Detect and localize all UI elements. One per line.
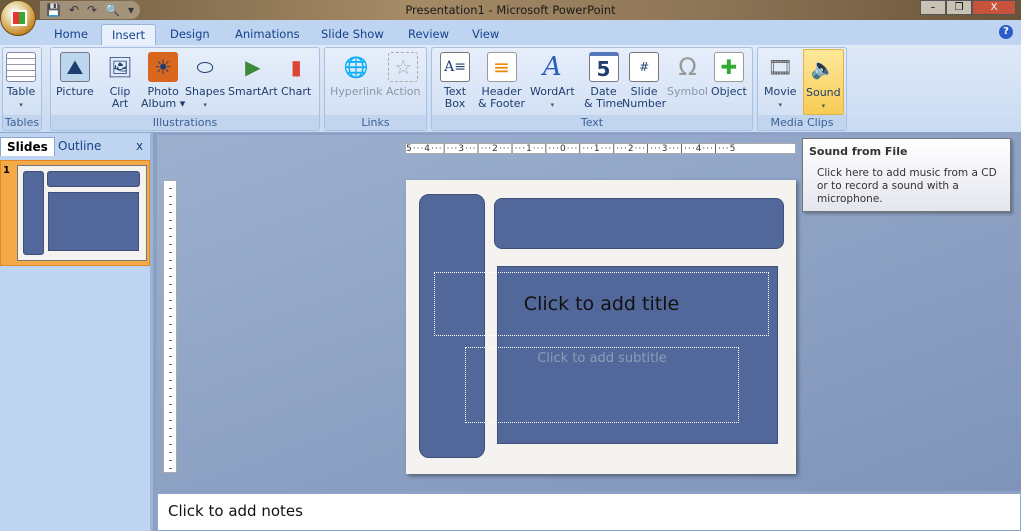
text-box-icon: A≡: [440, 52, 470, 82]
help-icon[interactable]: ?: [999, 25, 1013, 39]
table-button[interactable]: Table ▾: [6, 52, 36, 111]
decorative-shape: [494, 198, 784, 249]
slide-number-button[interactable]: # Slide Number: [622, 52, 666, 110]
horizontal-ruler: 5···4···|···3···|···2···|···1···|···0···…: [405, 143, 796, 154]
movie-button[interactable]: 🎞 Movie ▾: [764, 52, 797, 111]
group-label: Tables: [3, 115, 41, 130]
sound-button[interactable]: 🔈 Sound ▾: [803, 49, 844, 115]
hyperlink-button[interactable]: 🌐 Hyperlink: [330, 52, 383, 98]
window-title: Presentation1 - Microsoft PowerPoint: [405, 3, 616, 17]
subtitle-placeholder[interactable]: Click to add subtitle: [465, 347, 739, 423]
ribbon: Table ▾ Tables ⛰ Picture 🖼 Clip Art ☀ Photo Al…: [0, 45, 1021, 133]
text-box-button[interactable]: A≡ Text Box: [440, 52, 470, 110]
photo-album-icon: ☀: [148, 52, 179, 82]
quick-access-toolbar: 💾 ↶ ↷ 🔍 ▾: [40, 1, 140, 19]
ribbon-tabs: Home Insert Design Animations Slide Show…: [0, 20, 1021, 45]
smartart-icon: ▶: [245, 55, 261, 79]
save-icon[interactable]: 💾: [46, 3, 61, 17]
group-label: Media Clips: [758, 115, 846, 130]
sound-tooltip: Sound from File Click here to add music …: [802, 138, 1011, 212]
smartart-button[interactable]: ▶ SmartArt: [228, 52, 278, 98]
shapes-icon: ⬭: [196, 55, 214, 79]
slide[interactable]: Click to add title Click to add subtitle: [406, 180, 796, 474]
group-text: A≡ Text Box ≡ Header & Footer A WordArt ▾ 5 Dat…: [431, 47, 753, 131]
undo-icon[interactable]: ↶: [69, 3, 79, 17]
tooltip-body: Click here to add music from a CD or to …: [817, 167, 997, 205]
slide-number: 1: [3, 165, 10, 176]
clip-art-button[interactable]: 🖼 Clip Art: [105, 52, 135, 110]
title-placeholder[interactable]: Click to add title: [434, 272, 769, 336]
clip-art-icon: 🖼: [107, 55, 133, 79]
chart-button[interactable]: ▮ Chart: [281, 52, 311, 98]
chart-icon: ▮: [290, 55, 302, 79]
office-logo-icon: [11, 10, 27, 26]
minimize-button[interactable]: –: [920, 0, 946, 15]
tooltip-title: Sound from File: [809, 145, 908, 158]
wordart-icon: A: [542, 52, 562, 82]
omega-icon: Ω: [678, 53, 697, 81]
tab-view[interactable]: View: [462, 24, 509, 45]
hyperlink-globe-icon: 🌐: [343, 55, 369, 79]
customize-qat-icon[interactable]: ▾: [128, 3, 134, 17]
calendar-icon: 5: [588, 52, 619, 82]
tab-insert[interactable]: Insert: [101, 24, 156, 45]
tab-outline[interactable]: Outline: [52, 137, 107, 156]
tab-slides[interactable]: Slides: [0, 137, 55, 156]
slide-thumbnail[interactable]: [17, 165, 147, 261]
notes-pane[interactable]: Click to add notes: [157, 493, 1021, 531]
slides-pane: Slides Outline x 1: [0, 133, 153, 531]
date-time-button[interactable]: 5 Date & Time: [584, 52, 623, 110]
vertical-ruler: [163, 180, 177, 473]
group-tables: Table ▾ Tables: [2, 47, 42, 131]
picture-button[interactable]: ⛰ Picture: [56, 52, 94, 98]
tab-home[interactable]: Home: [44, 24, 98, 45]
photo-album-button[interactable]: ☀ Photo Album ▾: [141, 52, 185, 110]
tab-review[interactable]: Review: [398, 24, 459, 45]
shapes-button[interactable]: ⬭ Shapes ▾: [185, 52, 225, 111]
slide-thumbnail-row[interactable]: 1: [0, 160, 150, 266]
header-footer-button[interactable]: ≡ Header & Footer: [478, 52, 525, 110]
action-star-icon: ☆: [388, 52, 419, 82]
office-button[interactable]: [0, 0, 36, 36]
tab-design[interactable]: Design: [160, 24, 220, 45]
film-reel-icon: 🎞: [767, 55, 793, 79]
action-button[interactable]: ☆ Action: [386, 52, 420, 98]
wordart-button[interactable]: A WordArt ▾: [530, 52, 575, 111]
slide-number-icon: #: [629, 52, 660, 82]
object-button[interactable]: ✚ Object: [711, 52, 747, 98]
redo-icon[interactable]: ↷: [87, 3, 97, 17]
close-pane-icon[interactable]: x: [130, 137, 149, 156]
tab-slide-show[interactable]: Slide Show: [311, 24, 394, 45]
print-preview-icon[interactable]: 🔍: [105, 3, 120, 17]
close-button[interactable]: X: [972, 0, 1016, 15]
group-links: 🌐 Hyperlink ☆ Action Links: [324, 47, 427, 131]
symbol-button[interactable]: Ω Symbol: [667, 52, 708, 98]
restore-button[interactable]: ❐: [946, 0, 972, 15]
header-footer-icon: ≡: [486, 52, 517, 82]
picture-icon: ⛰: [59, 52, 90, 82]
object-icon: ✚: [713, 52, 744, 82]
speaker-icon: 🔈: [810, 56, 836, 80]
group-label: Illustrations: [51, 115, 319, 130]
tab-animations[interactable]: Animations: [225, 24, 310, 45]
group-illustrations: ⛰ Picture 🖼 Clip Art ☀ Photo Album ▾ ⬭ Shapes ▾…: [50, 47, 320, 131]
group-media-clips: 🎞 Movie ▾ 🔈 Sound ▾ Media Clips: [757, 47, 847, 131]
group-label: Links: [325, 115, 426, 130]
group-label: Text: [432, 115, 752, 130]
title-bar: Presentation1 - Microsoft PowerPoint 💾 ↶…: [0, 0, 1021, 20]
table-icon: [6, 52, 36, 82]
